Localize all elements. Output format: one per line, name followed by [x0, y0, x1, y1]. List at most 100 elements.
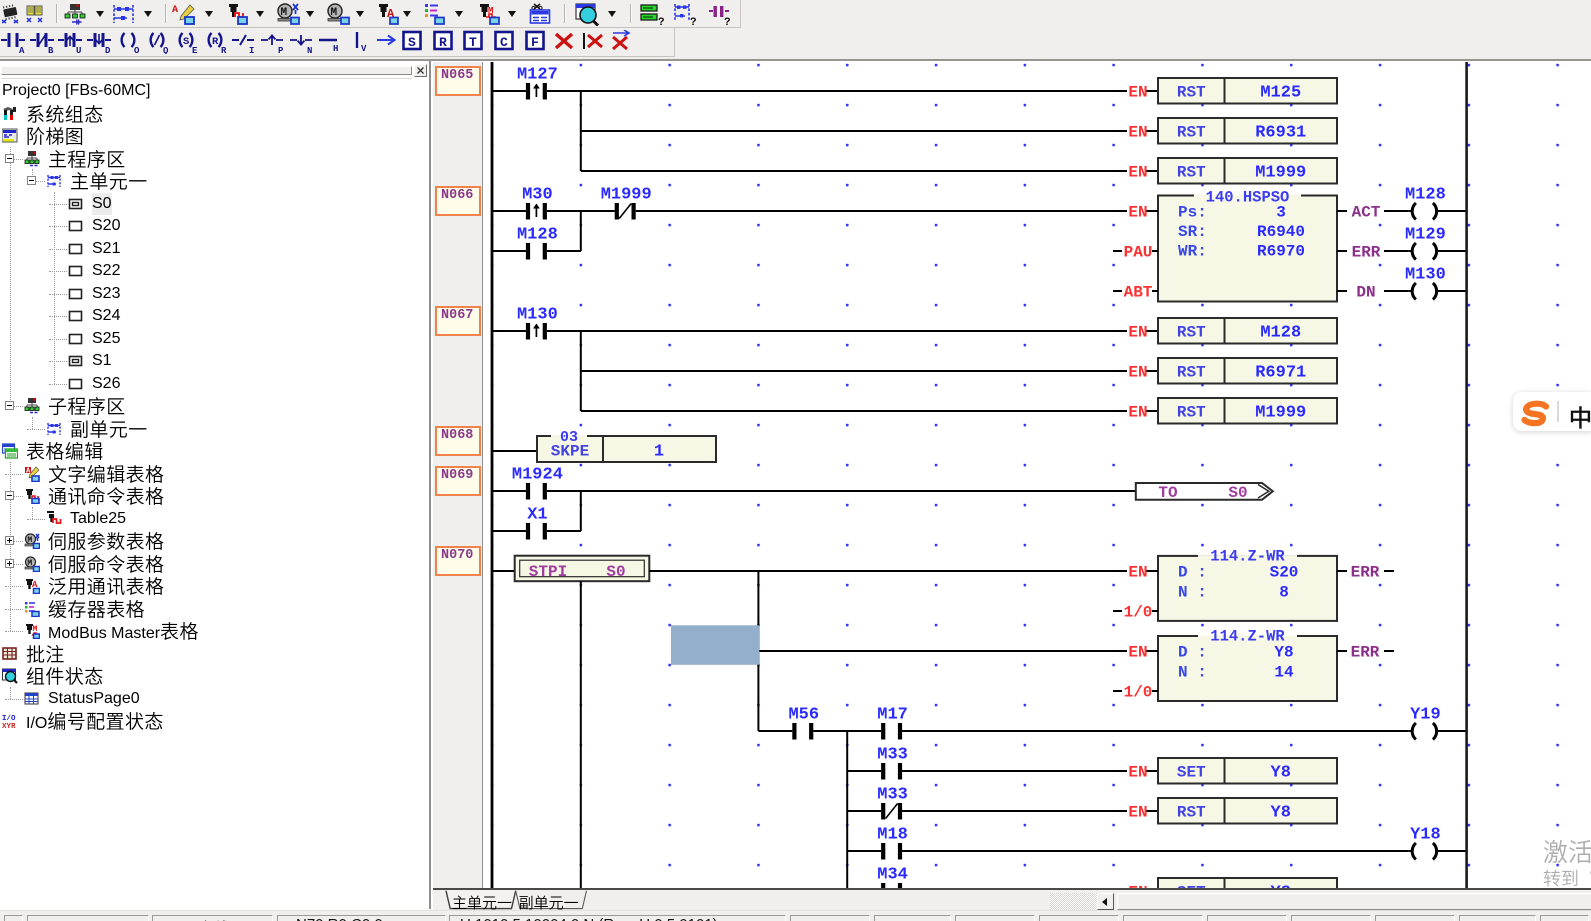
svg-text:R: R: [212, 36, 219, 48]
svg-text:ERR: ERR: [1351, 644, 1380, 662]
svg-text:D :: D :: [1178, 644, 1207, 662]
svg-text:P: P: [278, 46, 284, 54]
svg-text:M128: M128: [517, 226, 558, 245]
svg-text:M1999: M1999: [1255, 404, 1306, 423]
svg-text:A: A: [19, 46, 25, 54]
svg-text:?: ?: [690, 17, 697, 26]
svg-text:Y8: Y8: [1271, 804, 1291, 823]
svg-text:I/O: I/O: [2, 715, 16, 723]
svg-text:EN: EN: [1128, 764, 1147, 782]
svg-text:M17: M17: [877, 706, 908, 725]
svg-text:Y19: Y19: [1410, 706, 1441, 725]
svg-text:M128: M128: [1405, 186, 1446, 205]
svg-text:M56: M56: [788, 706, 819, 725]
svg-text:ERR: ERR: [1352, 244, 1381, 262]
svg-text:M125: M125: [1260, 84, 1301, 103]
svg-text:V: V: [361, 44, 367, 54]
svg-text:T: T: [469, 35, 477, 50]
svg-text:M33: M33: [877, 746, 908, 765]
svg-text:M130: M130: [1405, 266, 1446, 285]
svg-text:RST: RST: [1177, 804, 1206, 822]
svg-text:M: M: [331, 7, 338, 19]
svg-text:EN: EN: [1128, 204, 1147, 222]
svg-text:M1999: M1999: [601, 186, 652, 205]
svg-text:14: 14: [1274, 664, 1294, 682]
svg-text:M30: M30: [522, 186, 553, 205]
svg-text:N :: N :: [1178, 584, 1207, 602]
svg-text:M129: M129: [1405, 226, 1446, 245]
svg-text:?: ?: [724, 17, 731, 26]
svg-text:S0: S0: [606, 563, 625, 581]
svg-text:?: ?: [658, 17, 664, 26]
svg-text:1/0: 1/0: [1124, 684, 1153, 702]
svg-text:M1999: M1999: [1255, 164, 1306, 183]
svg-text:EN: EN: [1128, 404, 1147, 422]
svg-text:1/0: 1/0: [1124, 604, 1153, 622]
svg-text:Y8: Y8: [1274, 644, 1293, 662]
svg-text:XYR: XYR: [2, 723, 16, 729]
svg-text:M130: M130: [517, 306, 558, 325]
svg-text:RST: RST: [1177, 404, 1206, 422]
svg-text:I: I: [249, 46, 254, 54]
svg-text:M34: M34: [877, 866, 908, 885]
svg-text:S: S: [408, 35, 416, 50]
svg-text:M: M: [281, 7, 288, 19]
svg-text:PAU: PAU: [1124, 244, 1153, 262]
svg-text:M128: M128: [1260, 324, 1301, 343]
svg-text:TO: TO: [1158, 484, 1178, 502]
svg-text:Y8: Y8: [1271, 764, 1291, 783]
svg-text:Y18: Y18: [1410, 826, 1441, 845]
svg-text:R: R: [221, 46, 227, 54]
svg-text:F: F: [531, 35, 539, 50]
svg-text:RST: RST: [1177, 324, 1206, 342]
svg-text:STPI: STPI: [529, 563, 567, 581]
svg-text:N: N: [307, 46, 312, 54]
svg-text:R: R: [439, 35, 447, 50]
svg-text:M127: M127: [517, 66, 558, 85]
svg-text:H: H: [333, 44, 338, 54]
svg-text:R6971: R6971: [1255, 364, 1306, 383]
svg-text:B: B: [48, 46, 54, 54]
svg-text:U: U: [76, 46, 81, 54]
svg-text:R6970: R6970: [1257, 243, 1305, 261]
svg-text:EN: EN: [1128, 124, 1147, 142]
svg-text:RST: RST: [1177, 364, 1206, 382]
svg-text:3: 3: [1276, 204, 1286, 222]
svg-text:R6931: R6931: [1255, 124, 1306, 143]
svg-text:Ps:: Ps:: [1178, 204, 1207, 222]
svg-text:N :: N :: [1178, 664, 1207, 682]
svg-text:ACT: ACT: [1352, 204, 1381, 222]
svg-text:EN: EN: [1128, 164, 1147, 182]
svg-text:RST: RST: [1177, 84, 1206, 102]
svg-text:M1924: M1924: [512, 466, 563, 485]
svg-text:S: S: [183, 36, 189, 48]
svg-text:DN: DN: [1356, 284, 1375, 302]
svg-text:C: C: [500, 35, 508, 50]
svg-text:EN: EN: [1128, 564, 1147, 582]
svg-text:RST: RST: [1177, 164, 1206, 182]
svg-text:S0: S0: [1228, 484, 1247, 502]
svg-text:M18: M18: [877, 826, 908, 845]
svg-text:RST: RST: [1177, 124, 1206, 142]
svg-text:D :: D :: [1178, 564, 1207, 582]
svg-text:E: E: [192, 46, 198, 54]
svg-text:Q: Q: [163, 46, 169, 54]
svg-text:SR:: SR:: [1178, 223, 1207, 241]
svg-text:D: D: [105, 46, 111, 54]
svg-text:EN: EN: [1128, 364, 1147, 382]
svg-text:1: 1: [654, 443, 664, 462]
svg-text:8: 8: [1279, 584, 1289, 602]
svg-text:EN: EN: [1128, 324, 1147, 342]
svg-text:SET: SET: [1177, 764, 1206, 782]
svg-text:A: A: [172, 5, 178, 16]
svg-text:O: O: [134, 46, 140, 54]
svg-text:ERR: ERR: [1351, 564, 1380, 582]
svg-text:EN: EN: [1128, 804, 1147, 822]
svg-text:S20: S20: [1270, 564, 1299, 582]
svg-text:WR:: WR:: [1178, 243, 1207, 261]
svg-text:SKPE: SKPE: [551, 443, 589, 461]
svg-text:EN: EN: [1128, 644, 1147, 662]
svg-text:X1: X1: [527, 506, 547, 525]
svg-text:ABT: ABT: [1124, 284, 1153, 302]
svg-text:M33: M33: [877, 786, 908, 805]
